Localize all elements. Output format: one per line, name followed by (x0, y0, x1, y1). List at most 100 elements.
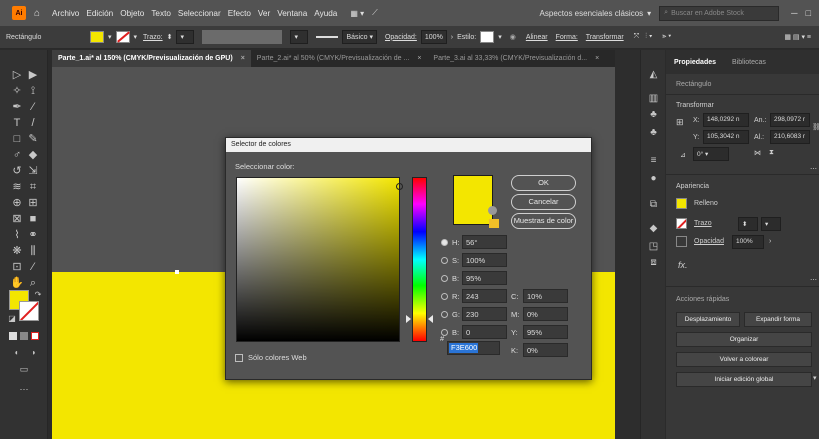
stroke-weight-stepper[interactable]: ⬍ (167, 33, 173, 41)
hue-slider-handle-right[interactable] (428, 315, 433, 323)
none-mode-icon[interactable] (31, 332, 39, 340)
brightness-field[interactable]: 95% (462, 271, 507, 285)
chevron-down-icon[interactable]: ▾ (108, 33, 112, 41)
slice-tool-icon[interactable]: ⁄ (26, 260, 40, 274)
expand-shape-button[interactable]: Expandir forma (744, 312, 812, 327)
rotate-tool-icon[interactable]: ↺ (10, 164, 24, 178)
gpu-performance-icon[interactable]: ⟋ (372, 8, 378, 18)
width-tool-icon[interactable]: ≋ (10, 180, 24, 194)
red-radio[interactable] (441, 293, 448, 300)
opacity-field[interactable]: 100% (420, 30, 447, 44)
stroke-panel-icon[interactable]: ⧉ (647, 198, 660, 211)
hex-field[interactable]: F3E600 (447, 341, 500, 355)
menu-archivo[interactable]: Archivo (52, 9, 79, 18)
out-of-gamut-warning-icon[interactable] (488, 206, 497, 215)
corner-options-icon[interactable]: ⤧ (634, 33, 640, 41)
draw-normal-icon[interactable]: ◐ (10, 346, 24, 360)
cc-libraries-icon[interactable]: ♣ (647, 108, 660, 121)
artboard-tool-icon[interactable]: ⊡ (10, 260, 24, 274)
reference-point-icon[interactable]: ⊞ (676, 117, 684, 128)
draw-behind-icon[interactable]: ◑ (26, 346, 40, 360)
free-transform-tool-icon[interactable]: ⌗ (26, 180, 40, 194)
graph-tool-icon[interactable]: ⫼ (26, 244, 40, 258)
chevron-down-icon[interactable]: ▾ (498, 33, 502, 41)
ok-button[interactable]: OK (511, 175, 576, 191)
line-tool-icon[interactable]: / (26, 116, 40, 130)
stroke-weight-stepper[interactable]: ⬍ (738, 217, 758, 231)
fill-swatch[interactable] (676, 198, 687, 209)
more-options-icon[interactable]: ⋯ (810, 276, 817, 284)
libraries-panel-icon[interactable]: ▥ (647, 92, 660, 105)
hue-field[interactable]: 56° (462, 235, 507, 249)
color-mode-icon[interactable] (9, 332, 17, 340)
tab-properties[interactable]: Propiedades (666, 59, 724, 66)
edit-toolbar-icon[interactable]: ⋯ (17, 382, 31, 396)
stroke-weight-field[interactable]: ▾ (176, 30, 195, 44)
lasso-tool-icon[interactable]: ⟟ (26, 84, 40, 98)
layers-panel-icon[interactable]: ♣ (647, 126, 660, 139)
symbols-panel-icon[interactable]: ◳ (647, 240, 660, 253)
gradient-mode-icon[interactable] (20, 332, 28, 340)
magenta-field[interactable]: 0% (523, 307, 568, 321)
paintbrush-tool-icon[interactable]: ✎ (26, 132, 40, 146)
stroke-label[interactable]: Trazo: (143, 34, 163, 41)
menu-edicion[interactable]: Edición (86, 9, 113, 18)
fill-swatch[interactable] (90, 31, 104, 43)
menu-seleccionar[interactable]: Seleccionar (178, 9, 221, 18)
swatches-panel-icon[interactable]: ◆ (647, 222, 660, 235)
green-radio[interactable] (441, 311, 448, 318)
isolate-icon[interactable]: ⫸ ▾ (662, 33, 671, 41)
brightness-radio[interactable] (441, 275, 448, 282)
flip-horizontal-icon[interactable]: ⋈ (754, 149, 761, 157)
mesh-tool-icon[interactable]: ⊠ (10, 212, 24, 226)
workspace-switcher[interactable]: Aspectos esenciales clásicos (540, 9, 644, 18)
anchor-point[interactable] (175, 270, 179, 274)
brush-definition-dropdown[interactable]: Básico ▾ (342, 30, 377, 44)
gradient-tool-icon[interactable]: ■ (26, 212, 40, 226)
pen-tool-icon[interactable]: ✒ (10, 100, 24, 114)
x-field[interactable]: 148,0292 n (703, 113, 749, 127)
stroke-none-swatch[interactable] (115, 31, 130, 43)
tab-parte-1[interactable]: Parte_1.ai* al 150% (CMYK/Previsualizaci… (52, 50, 251, 67)
hue-slider[interactable] (412, 177, 427, 342)
direct-selection-tool-icon[interactable]: ▶ (26, 68, 40, 82)
arrange-documents-icon[interactable]: ▦ ▾ (350, 9, 364, 18)
minimize-icon[interactable]: ─ (791, 8, 797, 18)
eraser-tool-icon[interactable]: ◆ (26, 148, 40, 162)
menu-objeto[interactable]: Objeto (120, 9, 144, 18)
profile-dropdown[interactable]: ▾ (290, 30, 309, 44)
tab-libraries[interactable]: Bibliotecas (724, 59, 774, 66)
arrange-button[interactable]: Organizar (676, 332, 812, 347)
screen-mode-icon[interactable]: ▭ (17, 362, 31, 376)
type-tool-icon[interactable]: T (10, 116, 24, 130)
graphic-style-swatch[interactable] (480, 31, 495, 43)
close-icon[interactable]: × (595, 55, 599, 62)
align-panel-icon[interactable]: ≡ (647, 154, 660, 167)
curvature-tool-icon[interactable]: ⁄ (26, 100, 40, 114)
link-icon[interactable]: ⛓ (812, 123, 819, 131)
width-field[interactable]: 298,0972 r (770, 113, 810, 127)
shape-link[interactable]: Forma: (556, 34, 578, 41)
stock-search-input[interactable]: ⌕ Buscar en Adobe Stock (659, 5, 780, 21)
panel-menu-icon[interactable]: ▦ ▤ ▾ ≡ (784, 33, 811, 41)
blend-tool-icon[interactable]: ⚭ (26, 228, 40, 242)
red-field[interactable]: 243 (462, 289, 507, 303)
yellow-field[interactable]: 95% (523, 325, 568, 339)
menu-ventana[interactable]: Ventana (277, 9, 307, 18)
color-field-marker[interactable] (396, 183, 403, 190)
tab-parte-3[interactable]: Parte_3.ai al 33,33% (CMYK/Previsualizac… (427, 50, 605, 67)
web-colors-checkbox[interactable] (235, 353, 243, 362)
artboards-panel-icon[interactable]: ⧈ (647, 256, 660, 269)
hue-radio[interactable] (441, 239, 448, 246)
tab-parte-2[interactable]: Parte_2.ai* al 50% (CMYK/Previsualizació… (251, 50, 428, 67)
more-options-icon[interactable]: ⋯ (810, 165, 817, 173)
variable-width-profile[interactable] (202, 30, 283, 44)
recolor-button[interactable]: Volver a colorear (676, 352, 812, 367)
recolor-artwork-icon[interactable]: ◉ (510, 33, 516, 41)
saturation-field[interactable]: 100% (462, 253, 507, 267)
transform-link[interactable]: Transformar (586, 34, 624, 41)
chevron-right-icon[interactable]: › (451, 34, 453, 41)
color-swatches-button[interactable]: Muestras de color (511, 213, 576, 229)
close-icon[interactable]: × (417, 55, 421, 62)
rectangle-tool-icon[interactable]: □ (10, 132, 24, 146)
